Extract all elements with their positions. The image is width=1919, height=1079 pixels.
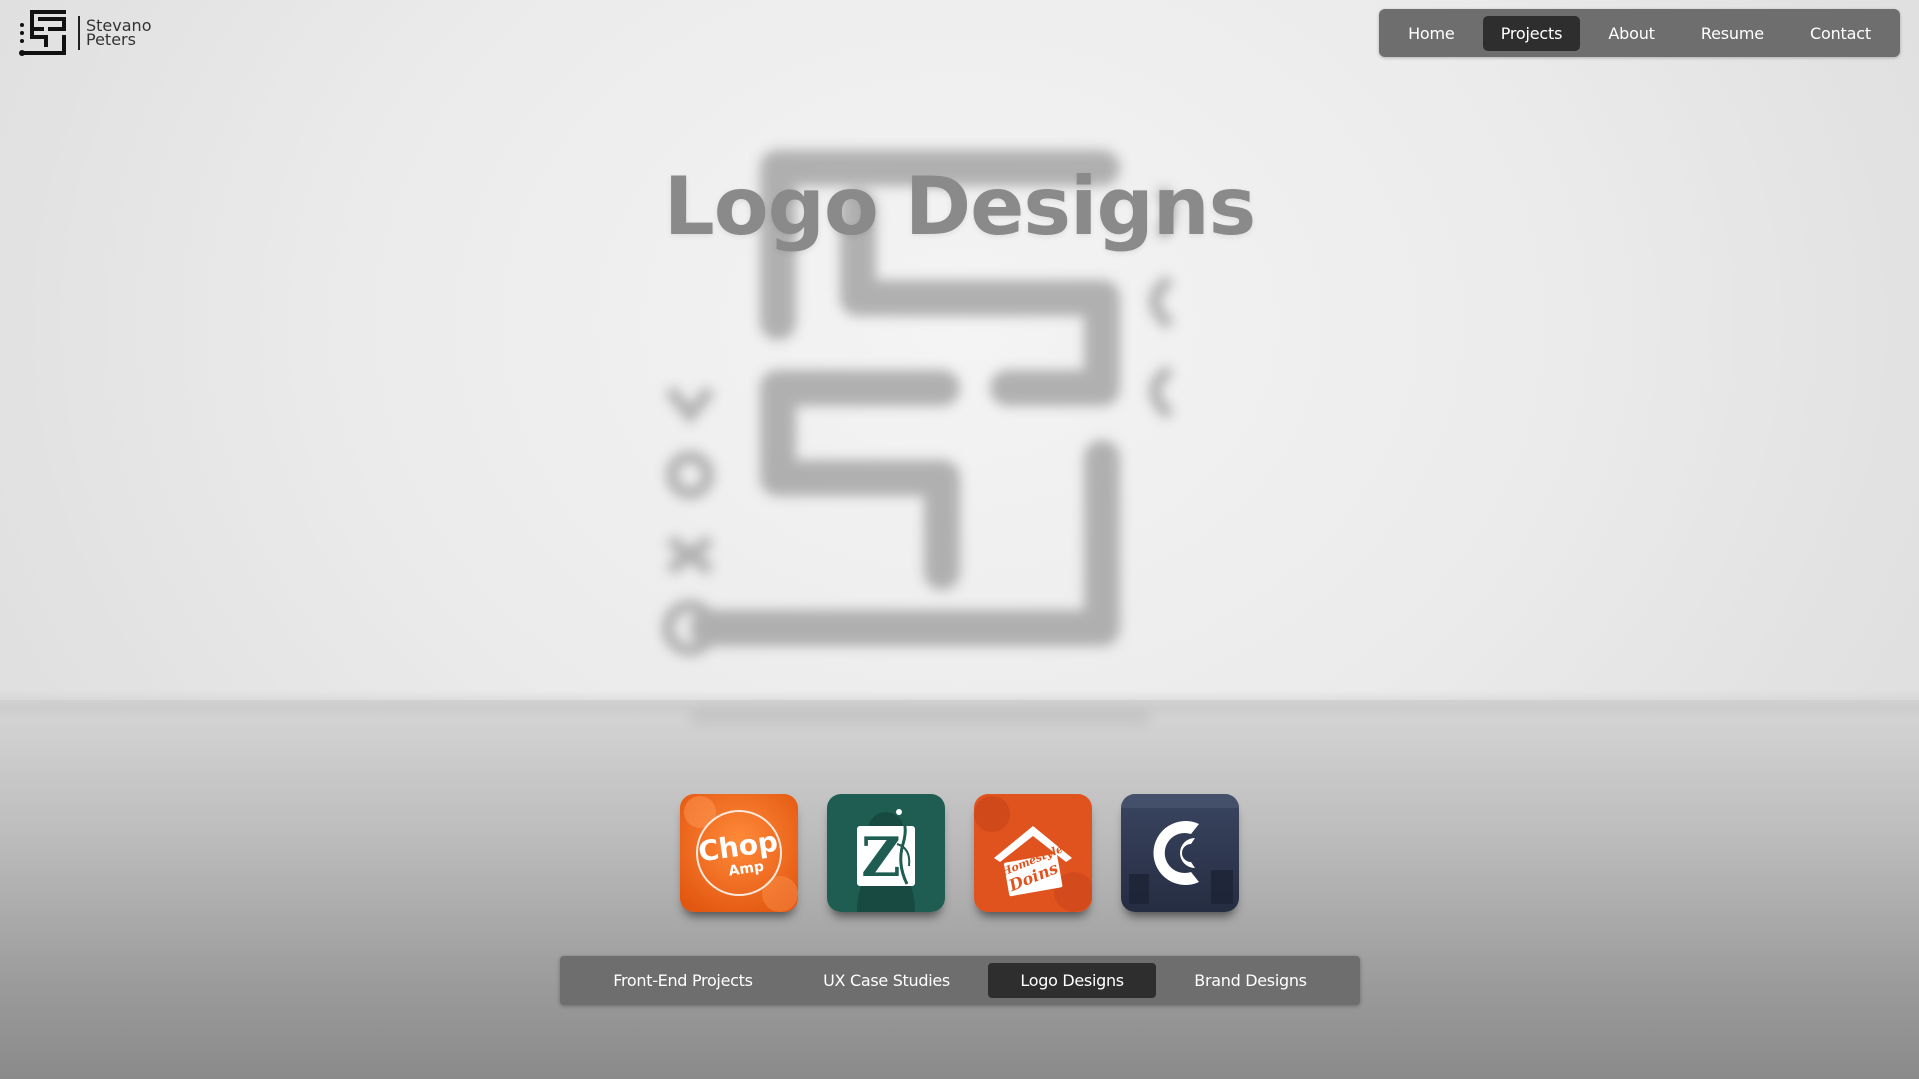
- tab-brand-designs[interactable]: Brand Designs: [1162, 963, 1338, 998]
- page: Stevano Peters Home Projects About Resum…: [0, 0, 1919, 1079]
- brand-divider: [78, 16, 80, 50]
- logo-thumb-c-circle[interactable]: C: [1121, 794, 1239, 912]
- nav-about[interactable]: About: [1590, 16, 1672, 51]
- chop-amp-logo-icon: Chop Amp: [680, 794, 798, 912]
- peacock-z-letter: Z: [861, 825, 900, 889]
- tab-logo-designs[interactable]: Logo Designs: [988, 963, 1156, 998]
- nav-projects[interactable]: Projects: [1482, 15, 1581, 51]
- logo-thumb-chop-amp[interactable]: Chop Amp: [680, 794, 798, 912]
- homestyle-doins-logo-icon: Homestyle Doins: [974, 794, 1092, 912]
- brand-name: Stevano Peters: [86, 18, 151, 49]
- nav-resume[interactable]: Resume: [1683, 16, 1782, 51]
- c-circle-logo-icon: C: [1121, 794, 1239, 912]
- sp-monogram-logo-icon: [19, 10, 66, 56]
- nav-contact[interactable]: Contact: [1792, 16, 1889, 51]
- project-category-tabs: Front-End Projects UX Case Studies Logo …: [560, 956, 1360, 1005]
- top-nav: Home Projects About Resume Contact: [1379, 9, 1900, 57]
- tab-front-end-projects[interactable]: Front-End Projects: [581, 963, 784, 998]
- tab-ux-case-studies[interactable]: UX Case Studies: [791, 963, 982, 998]
- nav-home[interactable]: Home: [1390, 16, 1472, 51]
- logo-gallery: Chop Amp Z Homestyle Doins: [680, 794, 1239, 912]
- logo-thumb-homestyle-doins[interactable]: Homestyle Doins: [974, 794, 1092, 912]
- brand[interactable]: Stevano Peters: [18, 8, 151, 58]
- logo-thumb-peacock-z[interactable]: Z: [827, 794, 945, 912]
- brand-last-name: Peters: [86, 30, 136, 49]
- peacock-z-logo-icon: Z: [827, 794, 945, 912]
- page-title: Logo Designs: [663, 160, 1257, 253]
